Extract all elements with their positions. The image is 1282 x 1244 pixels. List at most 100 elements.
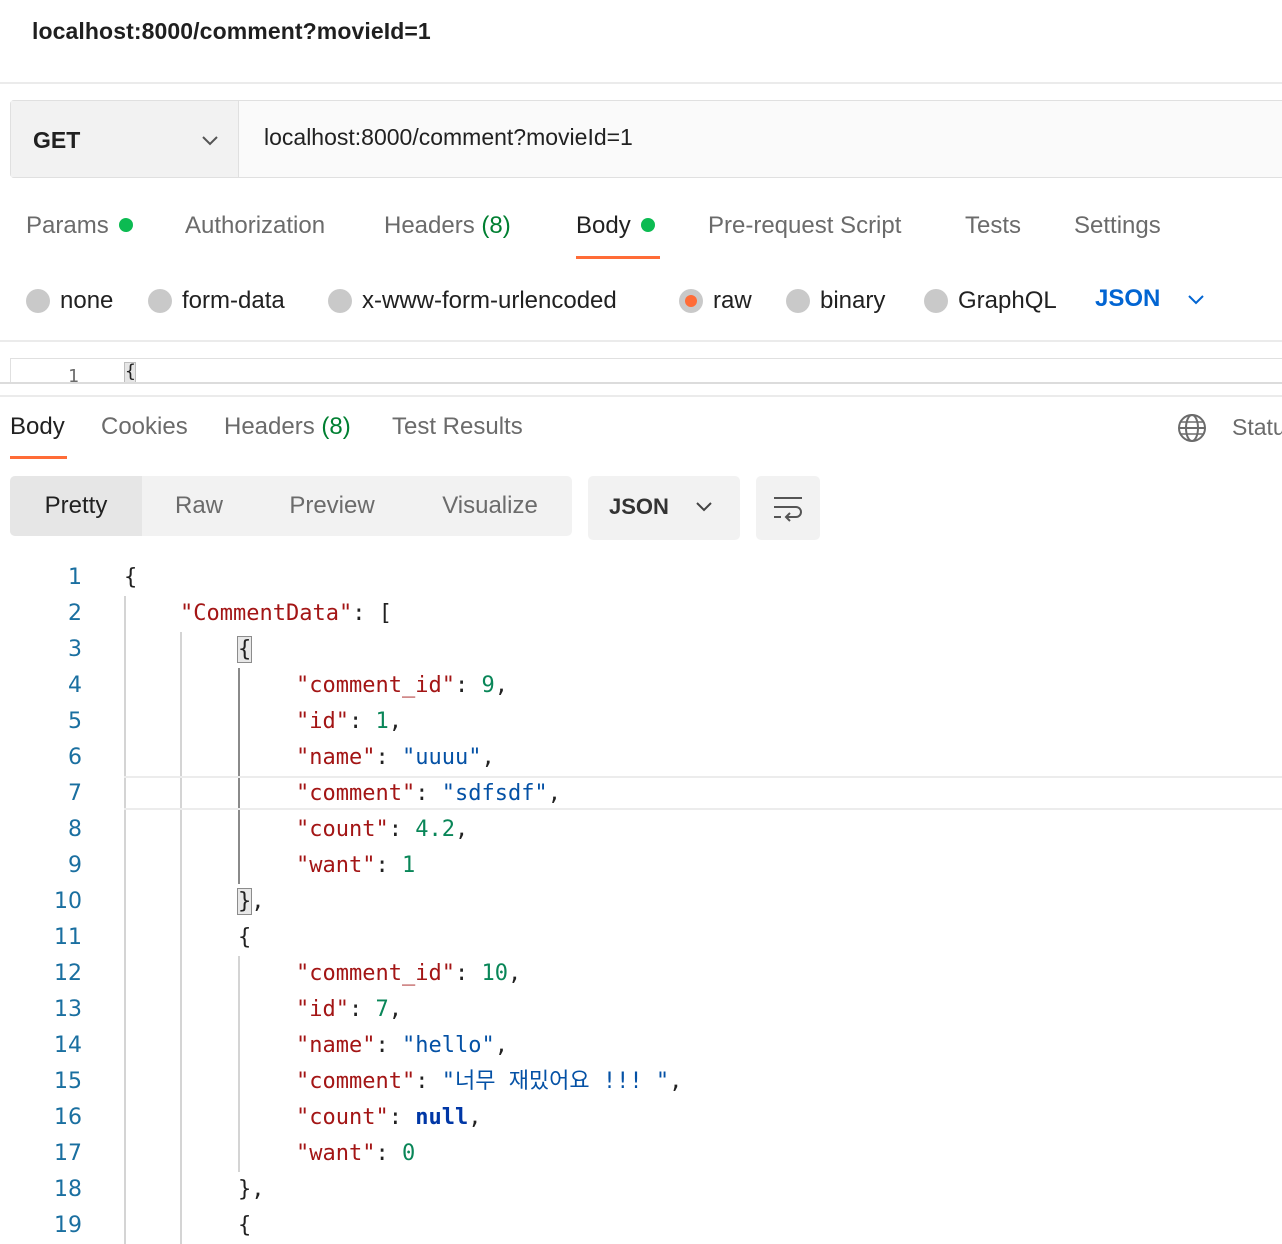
response-status-label: Status xyxy=(1232,414,1282,440)
code-text: { xyxy=(238,925,252,950)
view-pretty-button[interactable]: Pretty xyxy=(10,476,142,536)
code-text: }, xyxy=(236,888,265,915)
code-line: 13 "id": 7, xyxy=(0,992,1282,1028)
wrap-lines-icon xyxy=(774,497,802,522)
radio-x-www-form-urlencoded[interactable]: x-www-form-urlencoded xyxy=(328,287,617,315)
line-number: 15 xyxy=(54,1069,82,1094)
globe-icon[interactable] xyxy=(1176,412,1208,444)
code-text: "id": 1, xyxy=(296,709,402,734)
code-line: 4 "comment_id": 9, xyxy=(0,668,1282,704)
chevron-down-icon xyxy=(696,502,712,512)
radio-binary[interactable]: binary xyxy=(786,287,885,315)
radio-checked-icon[interactable] xyxy=(679,289,703,313)
line-number: 11 xyxy=(54,925,82,950)
line-number: 16 xyxy=(54,1105,82,1130)
radio-form-data[interactable]: form-data xyxy=(148,287,285,315)
radio-label: binary xyxy=(820,287,886,314)
line-number: 7 xyxy=(68,781,82,806)
url-input[interactable]: localhost:8000/comment?movieId=1 xyxy=(264,124,633,151)
tab-authorization[interactable]: Authorization xyxy=(185,212,325,240)
tab-headers[interactable]: Headers (8) xyxy=(384,212,511,240)
view-preview-button[interactable]: Preview xyxy=(256,476,408,536)
code-text: "count": 4.2, xyxy=(296,817,469,842)
code-text: "count": null, xyxy=(296,1105,482,1130)
code-line: 1{ xyxy=(0,560,1282,596)
line-number: 14 xyxy=(54,1033,82,1058)
code-line: 6 "name": "uuuu", xyxy=(0,740,1282,776)
radio-graphql[interactable]: GraphQL xyxy=(924,287,1057,315)
line-number: 6 xyxy=(68,745,82,770)
response-body-viewer[interactable]: 1{2 "CommentData": [3{4 "comment_id": 9, 5 "… xyxy=(0,560,1282,1244)
code-line: 16 "count": null, xyxy=(0,1100,1282,1136)
radio-circle-icon[interactable] xyxy=(328,289,352,313)
line-number: 1 xyxy=(68,565,82,590)
code-line: 2 "CommentData": [ xyxy=(0,596,1282,632)
tab-settings[interactable]: Settings xyxy=(1074,212,1161,240)
response-tab-test-results[interactable]: Test Results xyxy=(392,413,523,441)
editor-text: { xyxy=(124,362,136,384)
code-line: 19 { xyxy=(0,1208,1282,1244)
line-number: 10 xyxy=(54,889,82,914)
request-body-editor[interactable] xyxy=(10,358,1282,384)
response-format-label: JSON xyxy=(609,494,669,519)
code-line: 17 "want": 0 xyxy=(0,1136,1282,1172)
tab-body[interactable]: Body xyxy=(576,212,655,240)
chevron-down-icon[interactable] xyxy=(198,130,222,150)
tab-count: (8) xyxy=(321,413,351,440)
radio-none[interactable]: none xyxy=(26,287,113,315)
line-number: 4 xyxy=(68,673,82,698)
code-text: "comment": "너무 재밌어요 !!! ", xyxy=(296,1069,683,1094)
divider xyxy=(0,82,1282,84)
code-line: 3{ xyxy=(0,632,1282,668)
tab-tests[interactable]: Tests xyxy=(965,212,1021,240)
code-text: { xyxy=(124,565,138,590)
line-number: 8 xyxy=(68,817,82,842)
code-line: 10}, xyxy=(0,884,1282,920)
code-line: 8 "count": 4.2, xyxy=(0,812,1282,848)
code-text: { xyxy=(236,636,253,663)
radio-raw[interactable]: raw xyxy=(679,287,752,315)
radio-circle-icon[interactable] xyxy=(148,289,172,313)
tab-count: (8) xyxy=(481,212,511,239)
radio-label: x-www-form-urlencoded xyxy=(362,287,617,314)
request-title[interactable]: localhost:8000/comment?movieId=1 xyxy=(32,18,431,45)
response-tab-cookies[interactable]: Cookies xyxy=(101,413,188,441)
code-text: "comment_id": 9, xyxy=(296,673,508,698)
code-line: 11 { xyxy=(0,920,1282,956)
resize-handle[interactable] xyxy=(0,382,1282,384)
code-text: "want": 1 xyxy=(296,853,416,878)
tab-label: Settings xyxy=(1074,212,1161,239)
response-tab-body[interactable]: Body xyxy=(10,413,65,441)
radio-label: form-data xyxy=(182,287,285,314)
code-text: "want": 0 xyxy=(296,1141,416,1166)
radio-label: raw xyxy=(713,287,752,314)
tab-label: Body xyxy=(576,212,631,239)
code-text: "name": "uuuu", xyxy=(296,745,495,770)
tab-label: Headers xyxy=(224,413,315,440)
tab-label: Params xyxy=(26,212,109,239)
line-number: 18 xyxy=(54,1177,82,1202)
divider xyxy=(0,340,1282,342)
code-line: 18}, xyxy=(0,1172,1282,1208)
code-text: "comment_id": 10, xyxy=(296,961,522,986)
radio-circle-icon[interactable] xyxy=(786,289,810,313)
code-text: "name": "hello", xyxy=(296,1033,508,1058)
tab-pre-request-script[interactable]: Pre-request Script xyxy=(708,212,901,240)
view-visualize-button[interactable]: Visualize xyxy=(408,476,572,536)
active-tab-indicator xyxy=(10,456,67,459)
method-label[interactable]: GET xyxy=(33,127,80,154)
radio-circle-icon[interactable] xyxy=(26,289,50,313)
radio-circle-icon[interactable] xyxy=(924,289,948,313)
current-line-highlight xyxy=(124,776,1282,810)
tab-params[interactable]: Params xyxy=(26,212,133,240)
chevron-down-icon[interactable] xyxy=(1186,291,1206,309)
view-raw-button[interactable]: Raw xyxy=(142,476,256,536)
line-number: 5 xyxy=(68,709,82,734)
status-dot-icon xyxy=(640,217,655,232)
line-number: 2 xyxy=(68,601,82,626)
radio-label: none xyxy=(60,287,114,314)
body-language-select[interactable]: JSON xyxy=(1095,285,1160,313)
code-line: 5 "id": 1, xyxy=(0,704,1282,740)
response-tab-headers[interactable]: Headers (8) xyxy=(224,413,351,441)
line-number: 19 xyxy=(54,1213,82,1238)
